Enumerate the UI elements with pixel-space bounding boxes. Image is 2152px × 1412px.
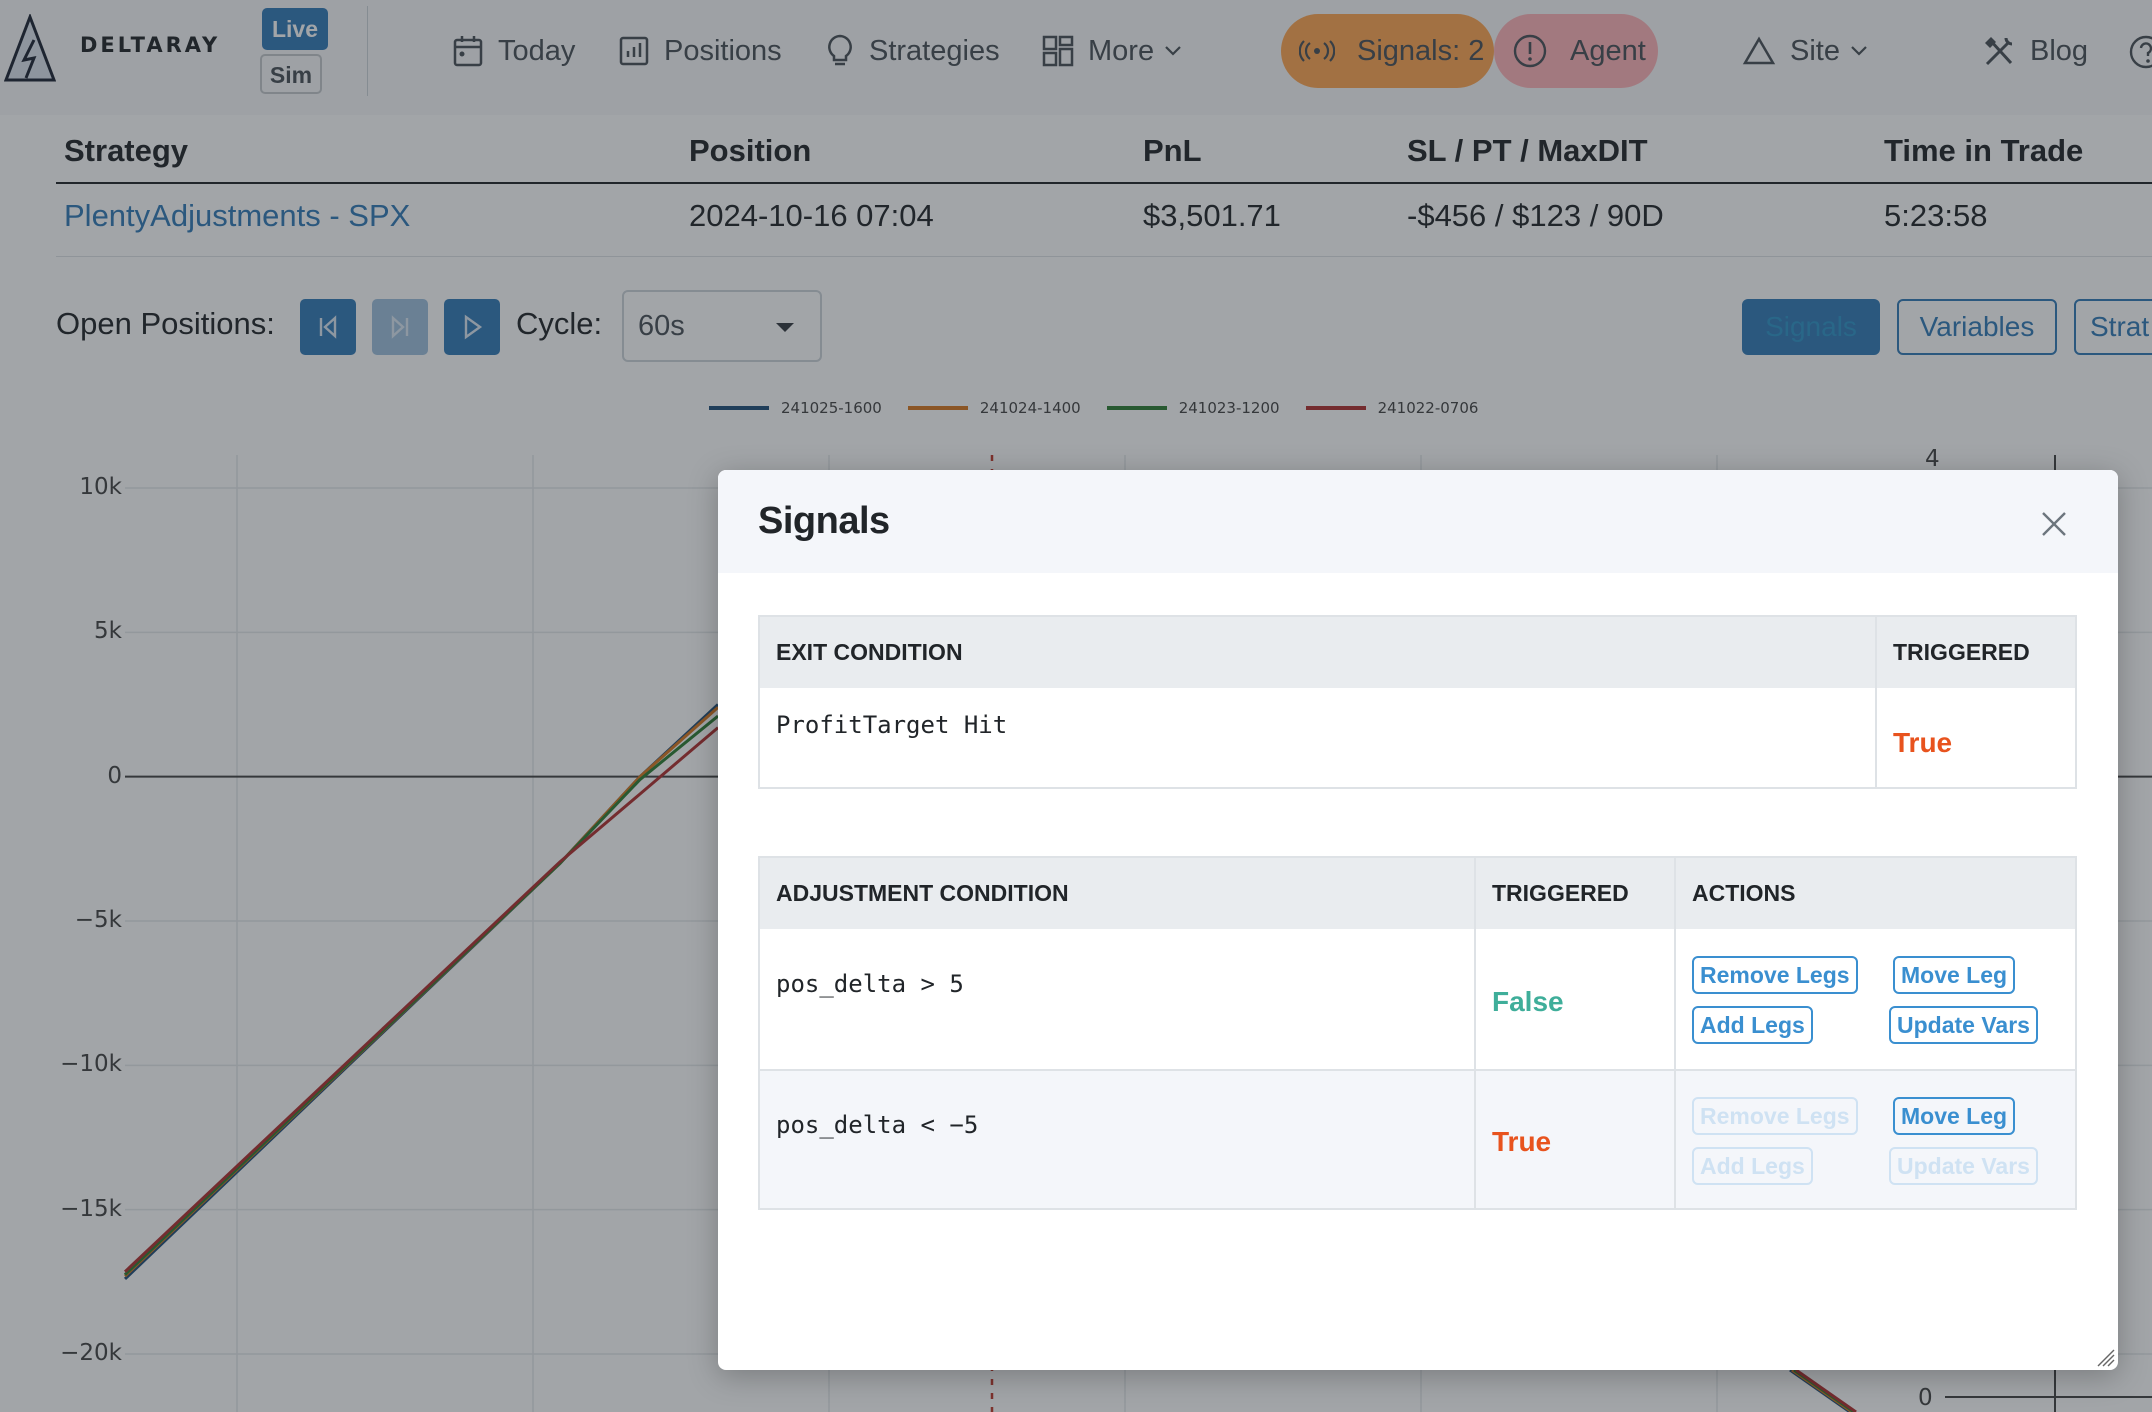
adjustment-triggered-value: True — [1492, 1126, 1552, 1157]
table-row-striped — [760, 1071, 2075, 1208]
remove-legs-button[interactable]: Remove Legs — [1692, 956, 1858, 994]
exit-triggered-header: TRIGGERED — [1893, 639, 2030, 665]
add-legs-button[interactable]: Add Legs — [1692, 1006, 1813, 1044]
resize-handle-icon[interactable] — [2092, 1344, 2116, 1368]
adjustment-condition-cell: pos_delta < −5 — [776, 1111, 979, 1139]
exit-triggered-value: True — [1893, 727, 1953, 758]
move-leg-button[interactable]: Move Leg — [1893, 1097, 2016, 1135]
adjustment-condition-table: ADJUSTMENT CONDITION TRIGGERED ACTIONS p… — [758, 856, 2077, 1210]
exit-condition-header: EXIT CONDITION — [776, 639, 963, 665]
modal-title: Signals — [758, 500, 890, 542]
adjustment-triggered-header: TRIGGERED — [1492, 880, 1629, 906]
column-divider — [1875, 617, 1877, 787]
actions-header: ACTIONS — [1692, 880, 1796, 906]
exit-condition-table: EXIT CONDITION TRIGGERED ProfitTarget Hi… — [758, 615, 2077, 789]
update-vars-button[interactable]: Update Vars — [1889, 1147, 2038, 1185]
column-divider — [1674, 1071, 1676, 1208]
adjustment-triggered-value: False — [1492, 986, 1564, 1017]
page: DELTARAY Live Sim Today Positions Strate… — [0, 0, 2152, 1412]
add-legs-button[interactable]: Add Legs — [1692, 1147, 1813, 1185]
adjustment-condition-cell: pos_delta > 5 — [776, 970, 964, 998]
signals-modal: Signals EXIT CONDITION TRIGGERED ProfitT… — [718, 470, 2118, 1370]
close-icon[interactable] — [2040, 510, 2068, 538]
modal-header: Signals — [718, 470, 2118, 573]
move-leg-button[interactable]: Move Leg — [1893, 956, 2016, 994]
exit-condition-cell: ProfitTarget Hit — [776, 711, 1008, 739]
column-divider — [1474, 1071, 1476, 1208]
adjustment-condition-header: ADJUSTMENT CONDITION — [776, 880, 1069, 906]
remove-legs-button[interactable]: Remove Legs — [1692, 1097, 1858, 1135]
update-vars-button[interactable]: Update Vars — [1889, 1006, 2038, 1044]
